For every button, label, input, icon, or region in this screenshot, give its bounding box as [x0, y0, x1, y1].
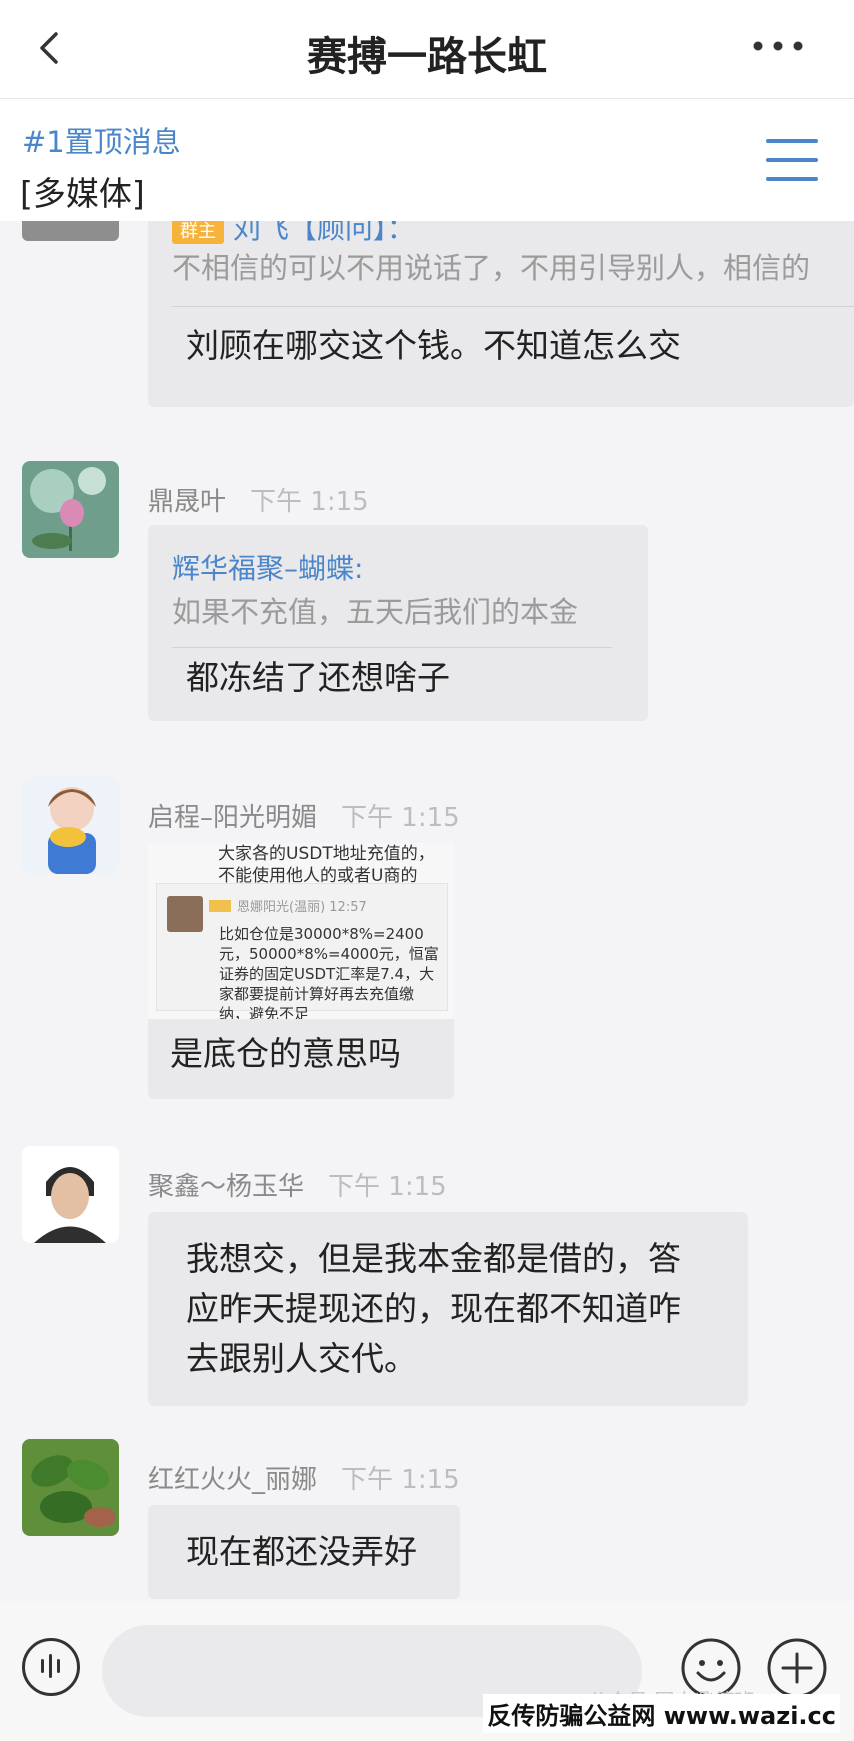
- message-text: 现在都还没弄好: [186, 1532, 417, 1571]
- message-line-3: 去跟别人交代。: [186, 1339, 417, 1378]
- quote-text: 如果不充值，五天后我们的本金: [172, 595, 579, 629]
- avatar[interactable]: [22, 1439, 119, 1536]
- avatar[interactable]: [22, 221, 119, 241]
- sender-name: 启程–阳光明媚 下午 1:15: [148, 803, 460, 833]
- message-line-1: 我想交，但是我本金都是借的，答: [186, 1239, 681, 1278]
- message-3: 启程–阳光明媚 下午 1:15 大家各的USDT地址充值的， 不能使用他人的或者U…: [0, 777, 854, 1099]
- message-bubble[interactable]: 辉华福聚–蝴蝶: 如果不充值，五天后我们的本金 都冻结了还想啥子: [148, 525, 648, 721]
- avatar[interactable]: [22, 1146, 119, 1243]
- group-owner-tag: 群主: [172, 221, 224, 244]
- voice-icon[interactable]: [22, 1638, 80, 1696]
- quote-text: 不相信的可以不用说话了，不用引导别人，相信的: [172, 251, 811, 285]
- message-5: 红红火火_丽娜 下午 1:15 现在都还没弄好: [0, 1439, 854, 1599]
- quote-sender: 辉华福聚–蝴蝶:: [172, 552, 364, 585]
- quote-divider: [172, 306, 854, 307]
- plus-icon[interactable]: [766, 1637, 828, 1699]
- screenshot-body: 比如仓位是30000*8%=2400元，50000*8%=4000元，恒富证券的…: [219, 925, 439, 1019]
- message-2: 鼎晟叶 下午 1:15 辉华福聚–蝴蝶: 如果不充值，五天后我们的本金 都冻结了还…: [0, 461, 854, 721]
- message-text: 都冻结了还想啥子: [186, 658, 450, 697]
- quote-divider: [172, 647, 612, 648]
- chat-header: 赛搏一路长虹: [0, 0, 854, 99]
- message-list[interactable]: 群主 刘飞【顾问】： 不相信的可以不用说话了，不用引导别人，相信的 刘顾在哪交这…: [0, 221, 854, 1601]
- menu-icon[interactable]: [764, 135, 820, 185]
- screenshot-avatar: [167, 896, 203, 932]
- quote-header: 群主 刘飞【顾问】：: [172, 221, 415, 247]
- screenshot-tag: [209, 900, 231, 912]
- message-text: 我想交，但是我本金都是借的，答 应昨天提现还的，现在都不知道咋 去跟别人交代。: [186, 1234, 681, 1384]
- message-text: 是底仓的意思吗: [170, 1034, 401, 1073]
- message-4: 聚鑫～杨玉华 下午 1:15 我想交，但是我本金都是借的，答 应昨天提现还的，现在…: [0, 1146, 854, 1406]
- screenshot-message-card: 恩娜阳光(温丽) 12:57 比如仓位是30000*8%=2400元，50000…: [156, 883, 448, 1019]
- message-bubble[interactable]: 现在都还没弄好: [148, 1505, 460, 1599]
- quote-sender: 刘飞【顾问】：: [232, 221, 415, 245]
- sender-name: 鼎晟叶 下午 1:15: [148, 487, 369, 517]
- input-bar: 公众号 图由鼎德班 反传防骗公益网 www.wazi.cc: [0, 1601, 854, 1741]
- message-bubble[interactable]: 我想交，但是我本金都是借的，答 应昨天提现还的，现在都不知道咋 去跟别人交代。: [148, 1212, 748, 1406]
- sender-name: 聚鑫～杨玉华 下午 1:15: [148, 1172, 447, 1202]
- screenshot-top-text: 大家各的USDT地址充值的， 不能使用他人的或者U商的: [218, 844, 435, 886]
- message-line-2: 应昨天提现还的，现在都不知道咋: [186, 1289, 681, 1328]
- avatar[interactable]: [22, 461, 119, 558]
- message-bubble[interactable]: 群主 刘飞【顾问】： 不相信的可以不用说话了，不用引导别人，相信的 刘顾在哪交这…: [148, 221, 854, 407]
- pinned-text: [多媒体]: [20, 174, 145, 213]
- screenshot-image[interactable]: 大家各的USDT地址充值的， 不能使用他人的或者U商的 恩娜阳光(温丽) 12:…: [148, 843, 454, 1019]
- site-watermark: 反传防骗公益网 www.wazi.cc: [483, 1694, 840, 1733]
- more-dots-icon[interactable]: [750, 34, 806, 58]
- message-1: 群主 刘飞【顾问】： 不相信的可以不用说话了，不用引导别人，相信的 刘顾在哪交这…: [0, 221, 854, 411]
- chat-title: 赛搏一路长虹: [307, 34, 547, 80]
- pinned-message-bar[interactable]: #1置顶消息 [多媒体]: [0, 99, 854, 221]
- message-bubble[interactable]: 大家各的USDT地址充值的， 不能使用他人的或者U商的 恩娜阳光(温丽) 12:…: [148, 843, 454, 1099]
- sender-name: 红红火火_丽娜 下午 1:15: [148, 1465, 460, 1495]
- pinned-title: #1置顶消息: [22, 125, 181, 159]
- avatar[interactable]: [22, 777, 119, 874]
- message-text: 刘顾在哪交这个钱。不知道怎么交: [186, 326, 681, 365]
- screenshot-sender: 恩娜阳光(温丽) 12:57: [237, 900, 367, 915]
